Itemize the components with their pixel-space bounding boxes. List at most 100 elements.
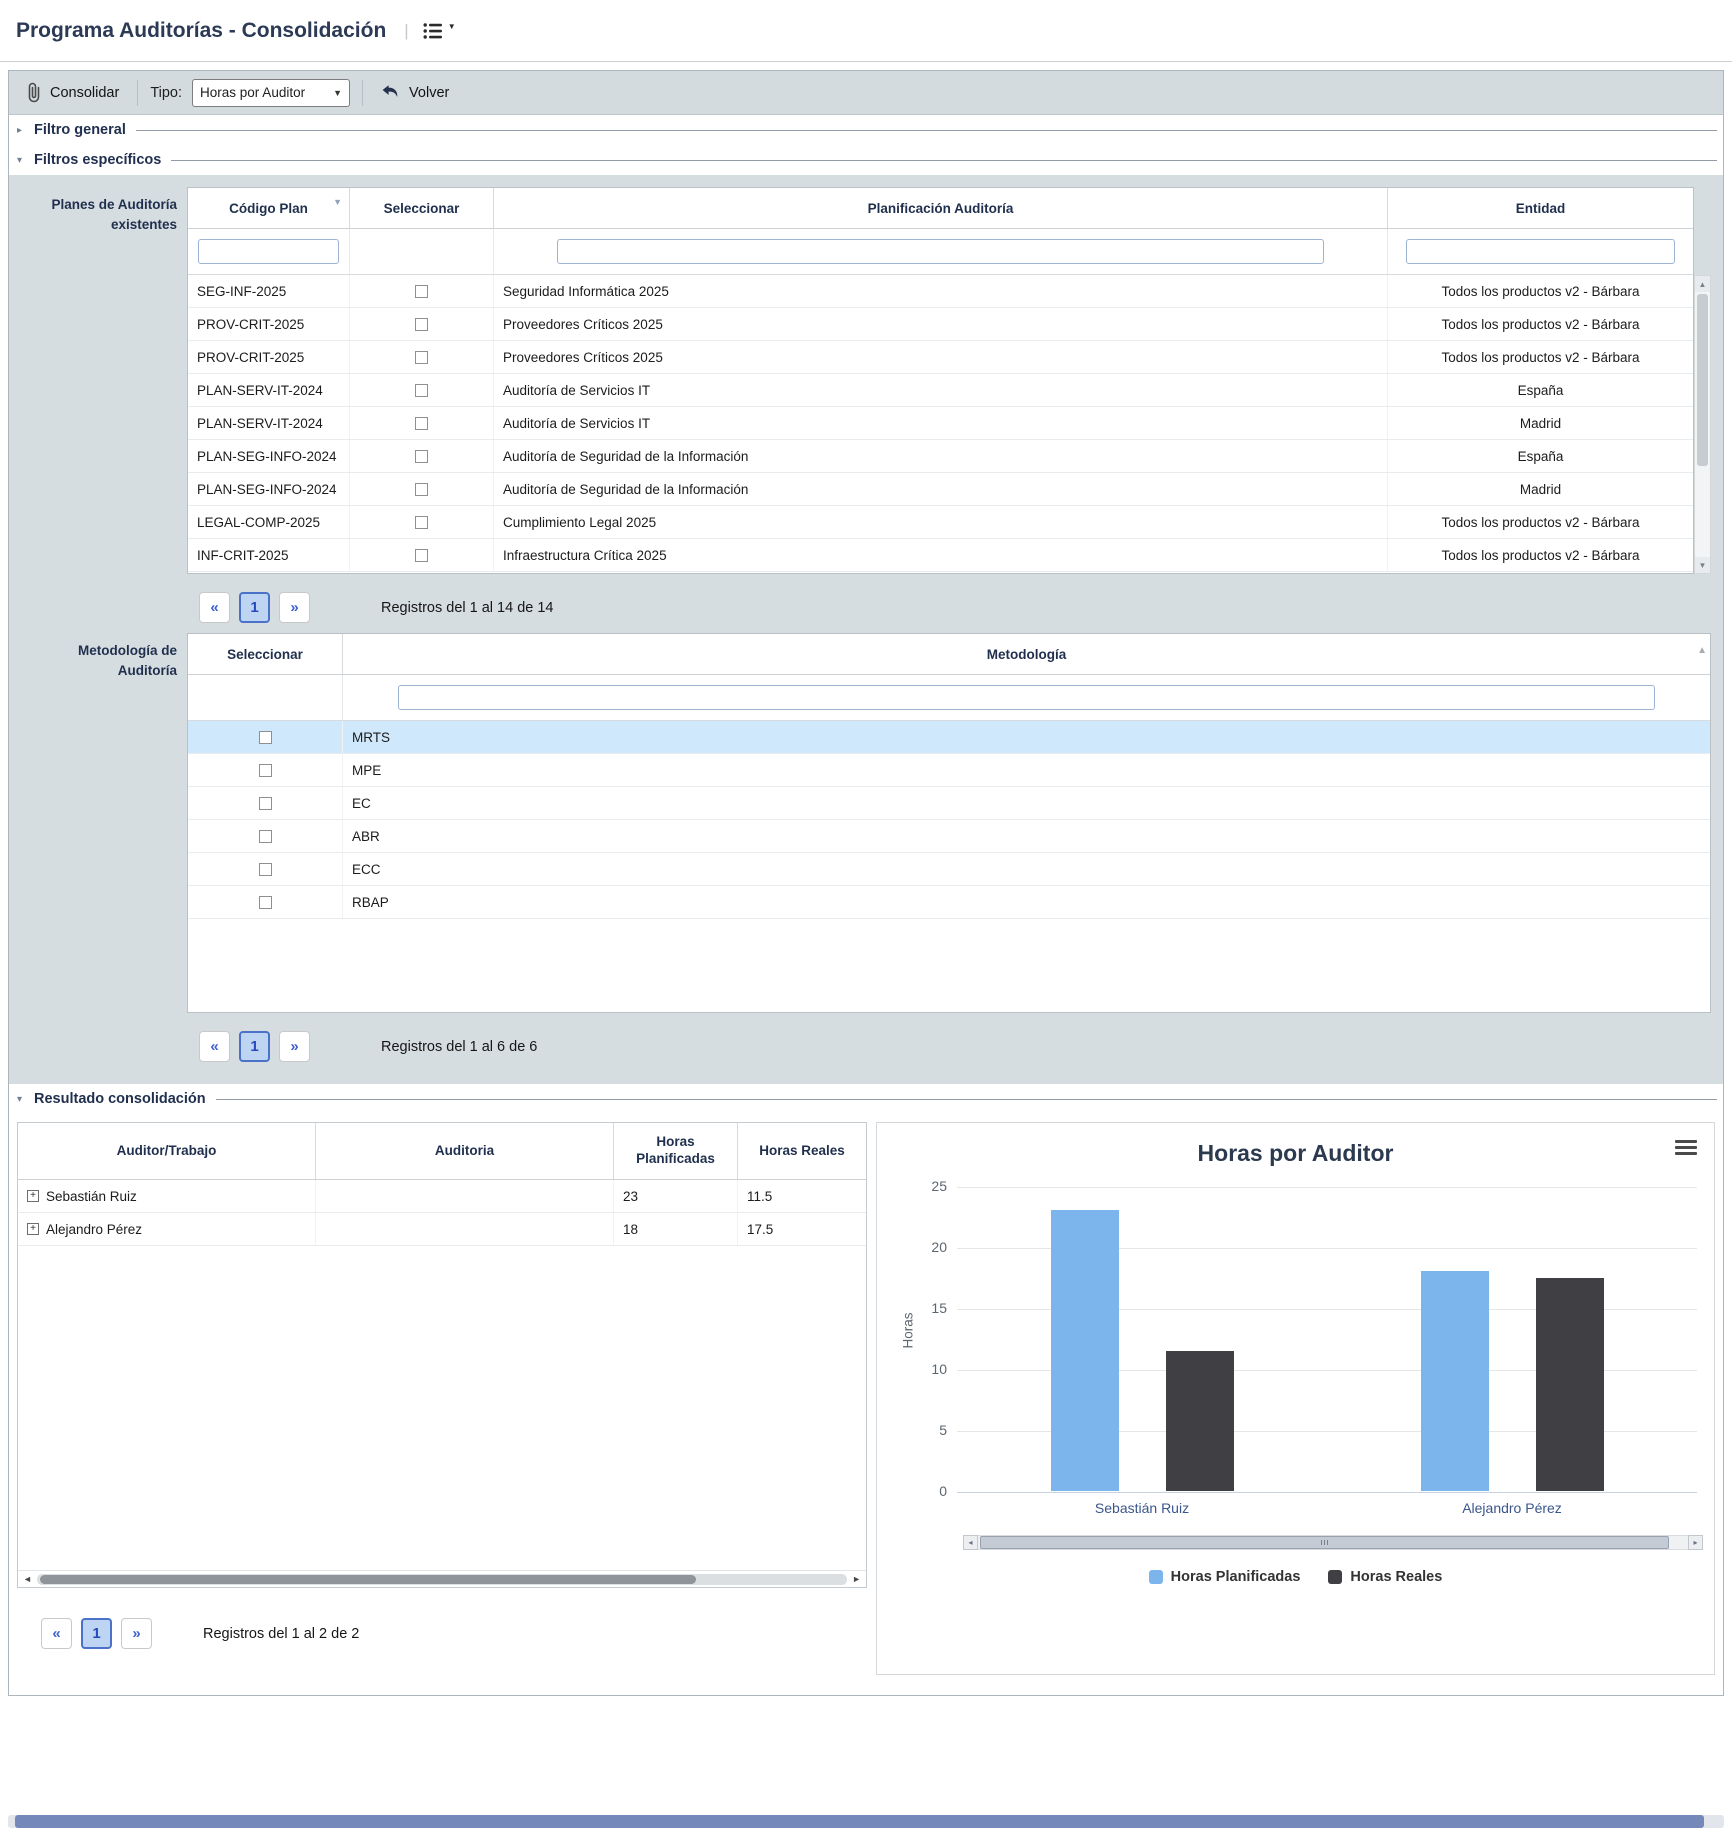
pagination-next-button[interactable]: » [279,1031,310,1062]
row-checkbox[interactable] [259,764,272,777]
scroll-down-icon[interactable]: ▼ [1695,557,1710,573]
pagination-prev-button[interactable]: « [41,1618,72,1649]
row-checkbox[interactable] [259,863,272,876]
expand-icon[interactable]: + [27,1223,39,1235]
column-header-entidad[interactable]: Entidad [1388,188,1693,228]
scrollbar-thumb[interactable] [40,1575,696,1584]
row-checkbox[interactable] [415,450,428,463]
section-resultado-consolidacion[interactable]: ▾ Resultado consolidación [9,1084,1723,1114]
metodologia-filter-input[interactable] [398,685,1656,710]
pagination-next-button[interactable]: » [279,592,310,623]
row-checkbox[interactable] [415,516,428,529]
legend-item[interactable]: Horas Reales [1328,1569,1442,1585]
scroll-left-icon[interactable]: ◄ [23,1574,32,1584]
cell-codigo-plan: LEGAL-COMP-2025 [188,506,350,538]
codigo-plan-filter-input[interactable] [198,239,340,264]
column-header-label: Código Plan [229,201,308,216]
consolidar-button[interactable]: Consolidar [21,78,125,107]
volver-button[interactable]: Volver [375,80,455,105]
column-header-metodologia[interactable]: Metodología [343,634,1710,674]
view-options-button[interactable]: ▼ [423,22,456,40]
toolbar-separator [137,80,138,106]
metodologia-table-zone: Seleccionar Metodología MRTSMPEECABRECCR… [187,633,1711,1013]
cell-horas-planificadas: 23 [614,1180,738,1212]
scrollbar-thumb[interactable] [15,1815,1704,1828]
column-header-seleccionar[interactable]: Seleccionar [188,634,343,674]
section-divider [136,130,1717,131]
chart-title: Horas por Auditor [877,1140,1714,1167]
cell-codigo-plan: PLAN-SEG-INFO-2024 [188,473,350,505]
planes-label: Planes de Auditoría existentes [19,187,177,574]
pagination-page-button[interactable]: 1 [239,1031,270,1062]
table-row: INF-CRIT-2025Infraestructura Crítica 202… [188,539,1693,572]
column-header-horas-reales[interactable]: Horas Reales [738,1123,866,1179]
row-checkbox[interactable] [259,896,272,909]
section-filtros-especificos[interactable]: ▾ Filtros específicos [9,145,1723,175]
section-filtro-general[interactable]: ▸ Filtro general [9,115,1723,145]
pagination-page-button[interactable]: 1 [239,592,270,623]
result-hscrollbar[interactable]: ◄ ► [18,1570,866,1587]
tipo-select[interactable]: Horas por Auditor ▼ [192,79,350,107]
pagination-page-button[interactable]: 1 [81,1618,112,1649]
column-header-codigo-plan[interactable]: Código Plan ▼ [188,188,350,228]
page-hscrollbar[interactable] [8,1815,1724,1828]
cell-horas-planificadas: 18 [614,1213,738,1245]
column-header-planificacion[interactable]: Planificación Auditoría [494,188,1388,228]
scrollbar-thumb[interactable] [1697,294,1708,466]
scrollbar-thumb[interactable] [980,1536,1669,1549]
scroll-left-icon[interactable]: ◂ [963,1535,978,1550]
cell-seleccionar [188,787,343,819]
planes-vscrollbar[interactable]: ▲ ▼ [1694,275,1711,574]
expand-icon[interactable]: + [27,1190,39,1202]
filter-cell [494,229,1388,274]
planes-table-body: SEG-INF-2025Seguridad Informática 2025To… [188,275,1693,572]
scroll-right-icon[interactable]: ▸ [1688,1535,1703,1550]
cell-metodologia: MRTS [343,721,1710,753]
chart-gridline [957,1492,1697,1493]
section-label: Filtro general [34,122,126,138]
pagination-prev-button[interactable]: « [199,1031,230,1062]
pagination-prev-button[interactable]: « [199,592,230,623]
cell-entidad: Todos los productos v2 - Bárbara [1388,539,1693,571]
row-checkbox[interactable] [259,797,272,810]
table-row: PROV-CRIT-2025Proveedores Críticos 2025T… [188,308,1693,341]
table-row: SEG-INF-2025Seguridad Informática 2025To… [188,275,1693,308]
auditor-name: Alejandro Pérez [46,1222,142,1237]
pagination-next-button[interactable]: » [121,1618,152,1649]
tipo-select-value: Horas por Auditor [200,85,305,100]
legend-item[interactable]: Horas Planificadas [1149,1569,1301,1585]
chart-hscrollbar[interactable]: ◂ ▸ [963,1535,1703,1550]
cell-metodologia: EC [343,787,1710,819]
chart-context-menu-icon[interactable] [1675,1140,1697,1158]
planificacion-filter-input[interactable] [557,239,1325,264]
row-checkbox[interactable] [259,731,272,744]
row-checkbox[interactable] [415,549,428,562]
column-header-auditor-trabajo[interactable]: Auditor/Trabajo [18,1123,316,1179]
column-header-auditoria[interactable]: Auditoria [316,1123,614,1179]
row-checkbox[interactable] [415,285,428,298]
scroll-up-icon[interactable]: ▲ [1695,276,1710,292]
scroll-right-icon[interactable]: ► [852,1574,861,1584]
row-checkbox[interactable] [259,830,272,843]
chart-panel: Horas por Auditor Horas 0510152025Sebast… [876,1122,1715,1675]
legend-label: Horas Planificadas [1171,1569,1301,1585]
row-checkbox[interactable] [415,318,428,331]
column-header-horas-planificadas[interactable]: Horas Planificadas [614,1123,738,1179]
chart-bar [1051,1210,1119,1491]
toolbar-separator [362,80,363,106]
result-area: Auditor/Trabajo Auditoria Horas Planific… [9,1114,1723,1695]
scroll-up-icon[interactable]: ▲ [1697,645,1707,656]
row-checkbox[interactable] [415,483,428,496]
row-checkbox[interactable] [415,351,428,364]
column-header-seleccionar[interactable]: Seleccionar [350,188,494,228]
table-row: EC [188,787,1710,820]
row-checkbox[interactable] [415,384,428,397]
sort-filter-icon[interactable]: ▼ [333,197,342,207]
row-checkbox[interactable] [415,417,428,430]
chart-plot-area: 0510152025Sebastián RuizAlejandro Pérez [957,1187,1697,1492]
filter-cell [1388,229,1693,274]
filter-cell [188,229,350,274]
entidad-filter-input[interactable] [1406,239,1674,264]
cell-seleccionar [350,308,494,340]
table-row: MRTS [188,721,1710,754]
